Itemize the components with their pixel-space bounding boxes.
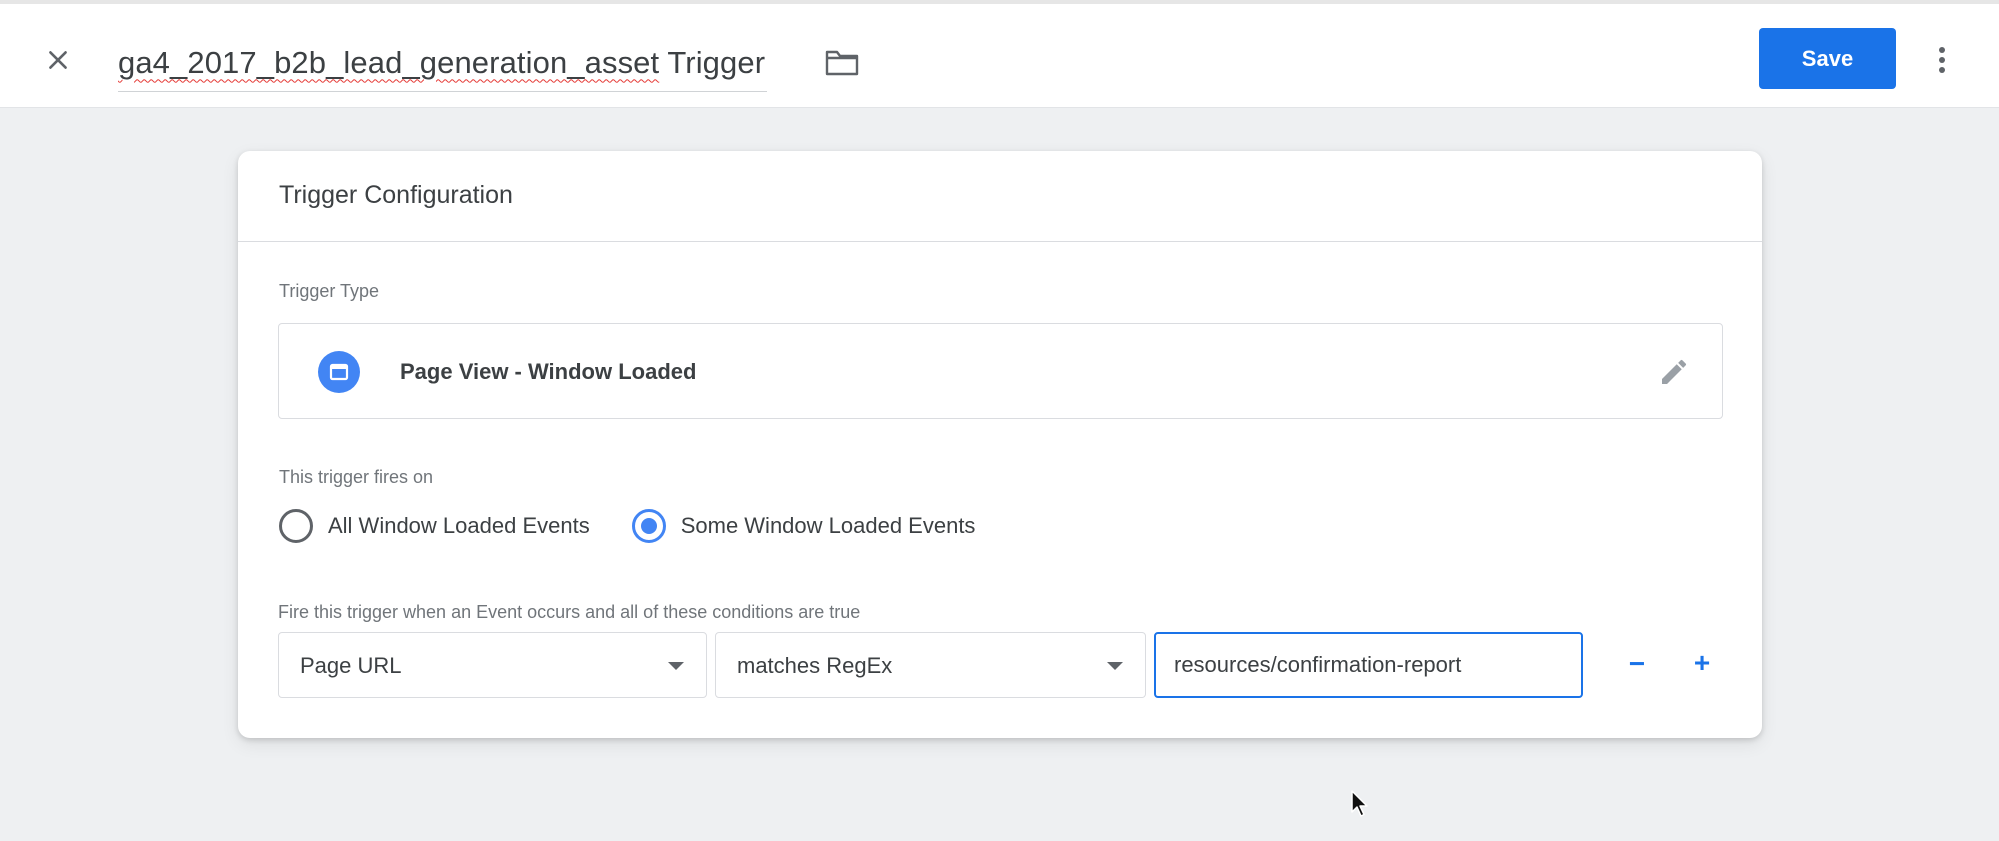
fires-on-label: This trigger fires on (279, 467, 434, 487)
add-condition-button[interactable]: + (1682, 643, 1722, 683)
page-view-icon (318, 351, 360, 393)
more-vert-icon (1939, 47, 1945, 73)
close-button[interactable] (38, 40, 78, 80)
conditions-label: Fire this trigger when an Event occurs a… (278, 602, 861, 622)
variable-select[interactable]: Page URL (278, 632, 707, 698)
trigger-type-label: Trigger Type (279, 281, 380, 301)
trigger-configuration-card: Trigger Configuration Trigger Type Page … (238, 151, 1762, 738)
card-title: Trigger Configuration (279, 181, 513, 209)
operator-select-value: matches RegEx (737, 653, 893, 678)
radio-button-selected[interactable] (631, 509, 666, 543)
radio-label: All Window Loaded Events (328, 513, 590, 538)
radio-button[interactable] (279, 509, 313, 543)
close-icon (49, 51, 67, 69)
fires-on-radio-group: All Window Loaded Events Some Window Loa… (279, 509, 1017, 543)
top-bar: ga4_2017_b2b_lead_generation_asset Trigg… (0, 0, 1999, 108)
variable-select-value: Page URL (300, 653, 402, 678)
trigger-name-field[interactable]: ga4_2017_b2b_lead_generation_asset Trigg… (118, 34, 768, 92)
trigger-name: ga4_2017_b2b_lead_generation_asset Trigg… (118, 44, 766, 80)
chevron-down-icon (1107, 662, 1123, 670)
pencil-icon (1662, 359, 1687, 384)
card-header: Trigger Configuration (238, 151, 1762, 242)
radio-some-window-loaded-events[interactable]: Some Window Loaded Events (631, 509, 976, 543)
radio-all-window-loaded-events[interactable]: All Window Loaded Events (279, 509, 590, 543)
chevron-down-icon (668, 662, 684, 670)
condition-value-input[interactable] (1154, 632, 1583, 698)
edit-trigger-type-button[interactable] (1656, 354, 1692, 390)
folder-button[interactable] (822, 44, 862, 80)
trigger-type-selector[interactable]: Page View - Window Loaded (278, 323, 1723, 419)
folder-icon (825, 50, 859, 76)
remove-condition-button[interactable]: − (1617, 644, 1657, 684)
operator-select[interactable]: matches RegEx (715, 632, 1146, 698)
trigger-type-name: Page View - Window Loaded (400, 359, 697, 384)
more-options-button[interactable] (1924, 40, 1960, 80)
radio-label: Some Window Loaded Events (680, 513, 976, 538)
mouse-cursor-icon (1351, 790, 1368, 817)
save-button[interactable]: Save (1759, 28, 1896, 89)
